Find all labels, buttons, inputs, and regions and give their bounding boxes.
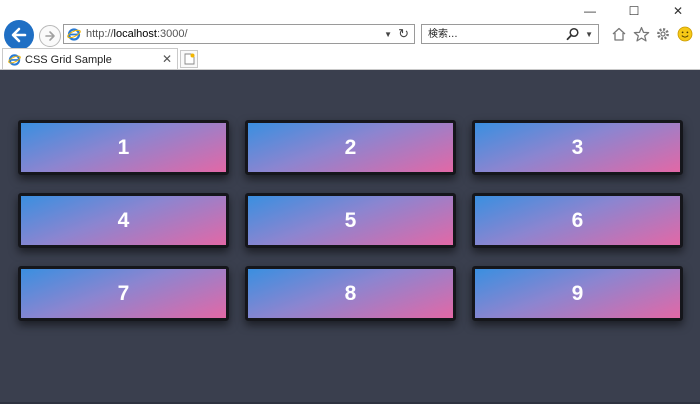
grid-item-5: 5	[245, 193, 456, 248]
grid-item-label: 1	[117, 135, 130, 159]
tab-title: CSS Grid Sample	[25, 54, 112, 66]
star-icon[interactable]	[632, 25, 650, 43]
address-bar[interactable]: http://localhost:3000/ ▼ ↻	[63, 24, 415, 44]
url-text[interactable]: http://localhost:3000/	[86, 28, 188, 40]
url-port: :3000/	[156, 28, 188, 40]
maximize-button[interactable]: ☐	[612, 0, 656, 22]
back-button[interactable]	[4, 20, 34, 50]
back-arrow-icon	[11, 27, 27, 43]
window-controls: — ☐ ✕	[568, 0, 700, 22]
new-tab-button[interactable]	[180, 50, 198, 68]
gear-icon[interactable]	[654, 25, 672, 43]
css-grid-container: 1 2 3 4 5 6 7 8 9	[18, 120, 683, 321]
forward-button[interactable]	[39, 25, 61, 47]
grid-item-9: 9	[472, 266, 683, 321]
grid-item-label: 4	[117, 208, 130, 232]
browser-chrome: — ☐ ✕ http://localhost:3000/ ▼ ↻ ▼	[0, 0, 700, 70]
search-input[interactable]	[428, 27, 558, 41]
smiley-icon[interactable]	[676, 25, 694, 43]
grid-item-7: 7	[18, 266, 229, 321]
grid-item-6: 6	[472, 193, 683, 248]
grid-item-3: 3	[472, 120, 683, 175]
tab-css-grid-sample[interactable]: CSS Grid Sample ✕	[2, 48, 178, 70]
ie-logo-icon	[8, 54, 21, 66]
grid-item-label: 9	[571, 281, 584, 305]
refresh-icon[interactable]: ↻	[398, 26, 409, 42]
search-box[interactable]: ▼	[421, 24, 599, 44]
grid-item-label: 6	[571, 208, 584, 232]
address-dropdown-icon[interactable]: ▼	[384, 30, 392, 39]
forward-arrow-icon	[45, 31, 55, 41]
ie-logo-icon	[67, 28, 81, 41]
magnifier-icon[interactable]	[566, 27, 580, 41]
grid-item-label: 8	[344, 281, 357, 305]
search-dropdown-icon[interactable]: ▼	[585, 30, 593, 39]
page-content: 1 2 3 4 5 6 7 8 9	[0, 70, 700, 404]
grid-item-label: 3	[571, 135, 584, 159]
grid-item-1: 1	[18, 120, 229, 175]
new-tab-icon	[184, 53, 194, 65]
url-host: localhost	[113, 28, 157, 40]
toolbar-icons	[610, 25, 694, 43]
minimize-button[interactable]: —	[568, 0, 612, 22]
grid-item-label: 5	[344, 208, 357, 232]
grid-item-4: 4	[18, 193, 229, 248]
grid-item-2: 2	[245, 120, 456, 175]
url-scheme: http://	[86, 28, 114, 40]
close-tab-icon[interactable]: ✕	[162, 52, 172, 66]
close-window-button[interactable]: ✕	[656, 0, 700, 22]
grid-item-label: 7	[117, 281, 130, 305]
grid-item-8: 8	[245, 266, 456, 321]
home-icon[interactable]	[610, 25, 628, 43]
grid-item-label: 2	[344, 135, 357, 159]
